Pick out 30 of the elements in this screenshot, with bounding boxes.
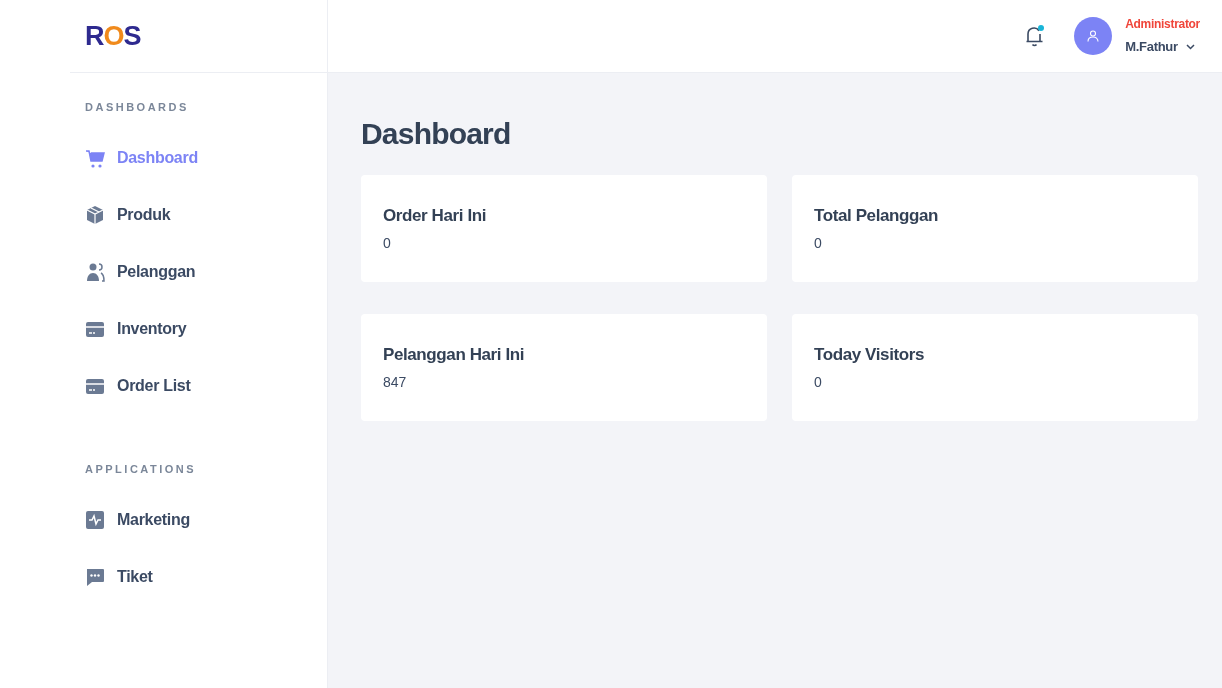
sidebar-item[interactable]: Inventory: [85, 300, 327, 358]
card-value: 847: [383, 372, 408, 392]
sidebar-item[interactable]: Marketing: [85, 491, 327, 548]
card-value: 0: [814, 372, 823, 392]
card-icon: [85, 376, 105, 396]
page-title: Dashboard: [361, 116, 512, 152]
avatar[interactable]: [1074, 17, 1113, 55]
sidebar-item[interactable]: Pelanggan: [85, 243, 327, 301]
sidebar-item[interactable]: Tiket: [85, 548, 327, 605]
card-title: Order Hari Ini: [383, 205, 488, 227]
sidebar-item[interactable]: Order List: [85, 357, 327, 415]
card-title: Total Pelanggan: [814, 205, 940, 227]
user-role: Administrator: [1125, 16, 1200, 34]
chevron-down-icon[interactable]: [1185, 44, 1195, 50]
logo[interactable]: ROS: [85, 15, 141, 57]
users-icon: [85, 262, 105, 282]
card-title: Pelanggan Hari Ini: [383, 344, 526, 366]
user-icon: [1087, 30, 1100, 42]
card-title: Today Visitors: [814, 344, 925, 366]
cart-icon: [85, 148, 105, 168]
section-heading: DASHBOARDS: [85, 100, 190, 115]
card-value: 0: [383, 233, 392, 253]
card-value: 0: [814, 233, 823, 253]
pulse-icon: [85, 509, 105, 530]
user-name[interactable]: M.Fathur: [1125, 37, 1178, 57]
section-heading: APPLICATIONS: [85, 461, 198, 477]
sidebar-item[interactable]: Produk: [85, 186, 327, 244]
chat-icon: [85, 566, 105, 587]
card-icon: [85, 319, 105, 339]
box-icon: [85, 205, 105, 225]
